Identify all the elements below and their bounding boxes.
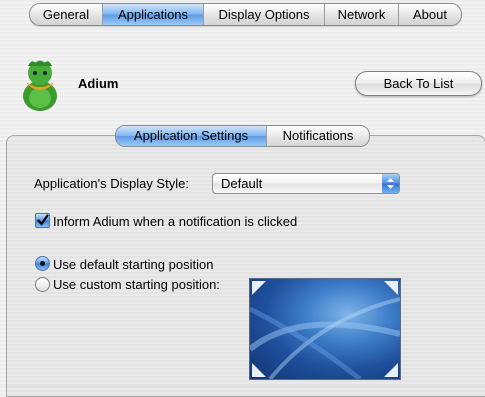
top-right-corner-handle[interactable] bbox=[384, 281, 398, 295]
inform-checkbox[interactable] bbox=[35, 213, 50, 228]
tab-applications[interactable]: Applications bbox=[103, 4, 204, 25]
checkmark-icon bbox=[37, 214, 49, 226]
popup-arrows-icon bbox=[382, 174, 399, 193]
bottom-right-corner-handle[interactable] bbox=[384, 363, 398, 377]
tab-about[interactable]: About bbox=[399, 4, 461, 25]
bottom-left-corner-handle[interactable] bbox=[252, 363, 266, 377]
back-to-list-button[interactable]: Back To List bbox=[355, 71, 482, 96]
tab-network[interactable]: Network bbox=[325, 4, 399, 25]
display-style-label: Application's Display Style: bbox=[34, 176, 189, 191]
tab-general[interactable]: General bbox=[30, 4, 103, 25]
app-name: Adium bbox=[78, 76, 119, 91]
screen-position-preview[interactable] bbox=[249, 278, 401, 380]
display-style-value: Default bbox=[221, 176, 263, 191]
display-style-popup[interactable]: Default bbox=[212, 173, 400, 194]
preference-tabs: General Applications Display Options Net… bbox=[29, 3, 462, 26]
default-position-label: Use default starting position bbox=[53, 257, 214, 272]
custom-position-label: Use custom starting position: bbox=[53, 277, 220, 292]
default-position-radio[interactable] bbox=[35, 256, 50, 271]
adium-duck-icon bbox=[14, 56, 66, 112]
settings-subtabs: Application Settings Notifications bbox=[115, 125, 370, 147]
tab-notifications[interactable]: Notifications bbox=[267, 126, 369, 146]
inform-checkbox-label: Inform Adium when a notification is clic… bbox=[53, 214, 298, 229]
custom-position-radio[interactable] bbox=[35, 277, 50, 292]
top-left-corner-handle[interactable] bbox=[252, 281, 266, 295]
tab-display-options[interactable]: Display Options bbox=[204, 4, 325, 25]
tab-application-settings[interactable]: Application Settings bbox=[116, 126, 267, 146]
